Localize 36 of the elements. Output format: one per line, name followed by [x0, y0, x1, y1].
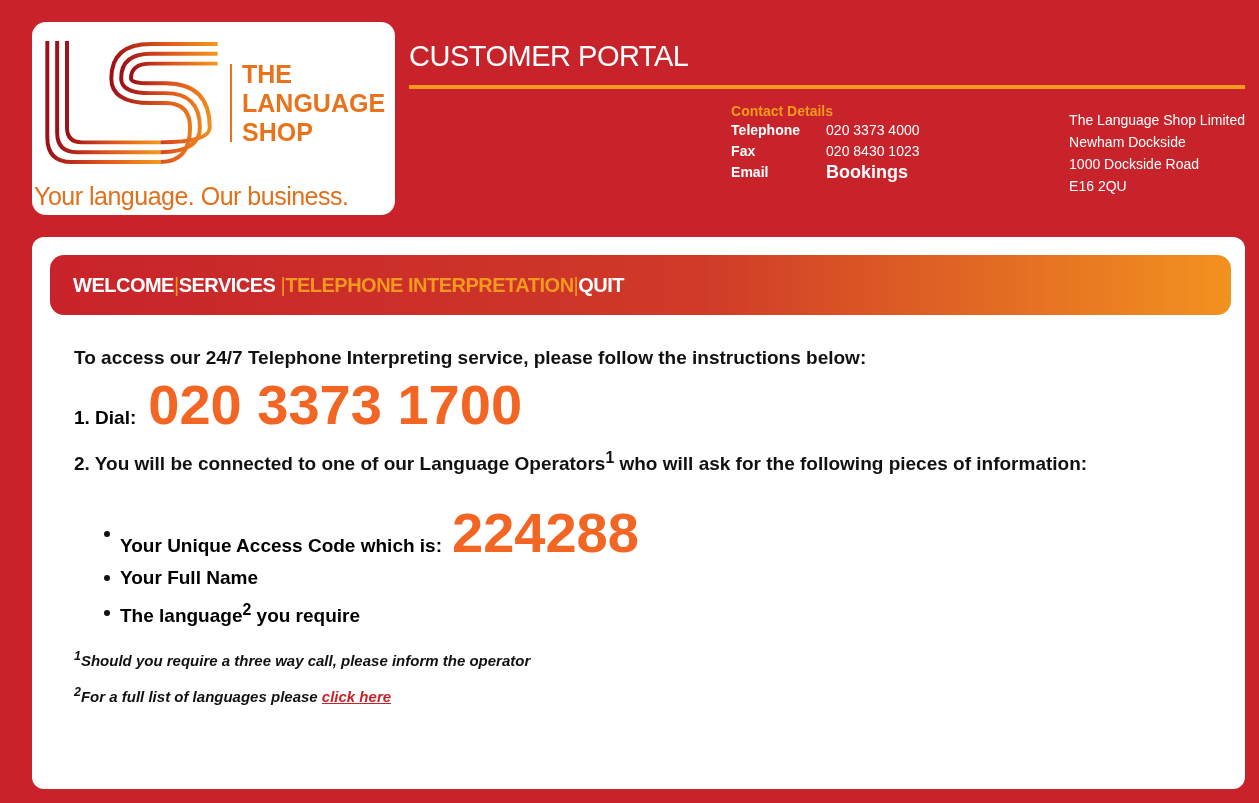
brand-name-line: THE	[242, 59, 293, 89]
footnote: $^{2}$For a full list of languages please	[74, 687, 318, 705]
nav-link[interactable]: SERVICES	[178, 273, 281, 297]
contact-label: Email	[731, 163, 770, 182]
address-line: Newham Dockside	[1069, 133, 1187, 152]
portal-title: CUSTOMER PORTAL	[409, 40, 690, 73]
nav-link[interactable]: QUIT	[578, 273, 625, 297]
nav-separator: |	[280, 273, 286, 297]
nav-link[interactable]: WELCOME	[73, 273, 174, 297]
bullet-icon	[104, 530, 110, 537]
nav-separator: |	[573, 273, 579, 297]
tagline: Your language. Our business.	[34, 182, 350, 211]
address-line: The Language Shop Limited	[1069, 111, 1245, 130]
contact-label: Fax	[731, 142, 757, 161]
contact-value: 020 8430 1023	[826, 142, 920, 161]
step-label: 1. Dial:	[74, 407, 137, 429]
access-code: 224288	[452, 505, 639, 562]
contact-value: 020 3373 4000	[826, 121, 920, 140]
instructions-intro: To access our 24/7 Telephone Interpreting service, please follow the instructions below:	[74, 346, 868, 370]
bullet-icon	[104, 610, 110, 617]
bullet-icon	[104, 575, 110, 582]
address-line: 1000 Dockside Road	[1069, 155, 1201, 174]
brand-name-line: LANGUAGE	[242, 88, 386, 118]
brand-name-line: SHOP	[242, 117, 314, 147]
footnote: $^{1}$Should you require a three way call, please inform the operator	[74, 648, 532, 669]
contact-label: Telephone	[731, 121, 802, 140]
nav-separator: |	[173, 273, 179, 297]
click-here-link[interactable]: click here	[321, 687, 392, 705]
dial-number: 020 3373 1700	[148, 375, 523, 435]
email-link[interactable]: Bookings	[826, 162, 909, 183]
bullet-text: Your Unique Access Code which is:	[120, 534, 442, 559]
bullet-text: Your Full Name	[120, 566, 258, 591]
contact-heading: Contact Details	[731, 103, 834, 119]
step-text: 2. You will be connected to one of our Language Operators$^{1}$ who will ask for the following pieces of information:	[74, 448, 1089, 477]
bullet-text: The language$^{2}$ you require	[120, 600, 361, 629]
address-line: E16 2QU	[1069, 177, 1128, 196]
